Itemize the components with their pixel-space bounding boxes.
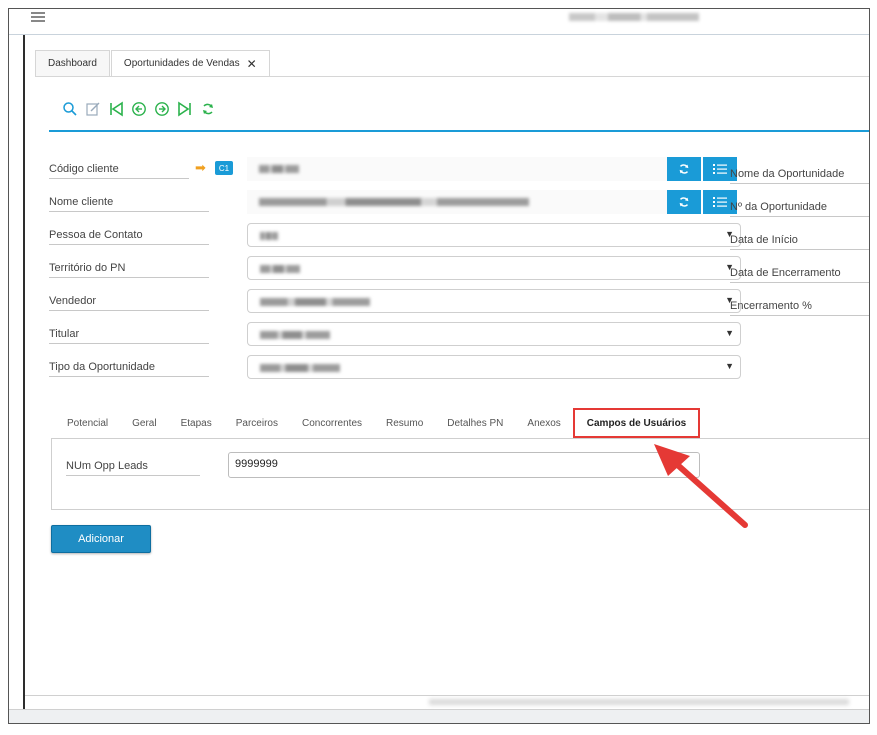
nome-cliente-label: Nome cliente [49,196,209,212]
app-content: Dashboard Oportunidades de Vendas ✕ Códi… [25,36,869,696]
blurred-footer [429,699,849,705]
row-tipo-oportunidade: Tipo da Oportunidade ▼ [49,355,869,383]
search-icon[interactable] [61,100,79,118]
annotation-arrow-icon [654,444,748,528]
detail-tabs: Potencial Geral Etapas Parceiros Concorr… [55,408,701,438]
next-record-icon[interactable] [153,100,171,118]
tab-parceiros[interactable]: Parceiros [224,410,290,436]
tab-potencial[interactable]: Potencial [55,410,120,436]
blurred-value [260,298,370,306]
tab-dashboard[interactable]: Dashboard [35,50,110,76]
blurred-value [260,232,278,240]
c1-badge[interactable]: C1 [215,161,233,175]
hamburger-menu-icon[interactable] [31,12,45,22]
vendedor-select[interactable]: ▼ [247,289,741,313]
toolbar-divider [49,130,869,132]
blurred-value [259,165,299,173]
tab-underline [35,76,869,77]
close-icon[interactable]: ✕ [247,57,257,71]
refresh-icon[interactable] [199,100,217,118]
num-opp-leads-input[interactable]: 9999999 [228,452,700,478]
blurred-value [260,364,340,372]
numero-oportunidade-label: Nº da Oportunidade [730,201,869,217]
chevron-down-icon: ▼ [725,328,734,338]
first-record-icon[interactable] [107,100,125,118]
data-encerramento-label: Data de Encerramento [730,267,869,283]
tab-bar: Dashboard Oportunidades de Vendas ✕ [35,50,271,76]
record-toolbar [61,100,217,118]
tab-geral[interactable]: Geral [120,410,168,436]
row-titular: Titular ▼ [49,322,869,350]
num-opp-leads-label: NUm Opp Leads [66,460,200,476]
add-button[interactable]: Adicionar [51,525,151,553]
tab-etapas[interactable]: Etapas [169,410,224,436]
vendedor-label: Vendedor [49,295,209,311]
tab-resumo[interactable]: Resumo [374,410,435,436]
refresh-icon[interactable] [667,157,701,181]
tab-concorrentes[interactable]: Concorrentes [290,410,374,436]
data-inicio-label: Data de Início [730,234,869,250]
territorio-label: Território do PN [49,262,209,278]
top-bar [9,9,869,35]
blurred-value [259,198,529,206]
blurred-value [260,265,300,273]
nome-oportunidade-label: Nome da Oportunidade [730,168,869,184]
arrow-right-icon[interactable]: ➡ [195,160,206,176]
tab-label: Oportunidades de Vendas [123,58,240,69]
blurred-value [260,331,330,339]
tab-anexos[interactable]: Anexos [515,410,572,436]
encerramento-percent-label: Encerramento % [730,300,869,316]
territorio-select[interactable]: ▼ [247,256,741,280]
blurred-user-info [569,13,699,21]
tab-label: Dashboard [48,58,97,69]
tipo-oportunidade-select[interactable]: ▼ [247,355,741,379]
last-record-icon[interactable] [176,100,194,118]
pessoa-contato-select[interactable]: ▼ [247,223,741,247]
codigo-cliente-label: Código cliente [49,163,189,179]
tab-oportunidades[interactable]: Oportunidades de Vendas ✕ [110,50,270,76]
tab-detalhes-pn[interactable]: Detalhes PN [435,410,515,436]
codigo-cliente-field[interactable] [247,157,667,181]
previous-record-icon[interactable] [130,100,148,118]
pessoa-contato-label: Pessoa de Contato [49,229,209,245]
edit-icon[interactable] [84,100,102,118]
chevron-down-icon: ▼ [725,361,734,371]
tipo-oportunidade-label: Tipo da Oportunidade [49,361,209,377]
titular-label: Titular [49,328,209,344]
window-frame: Dashboard Oportunidades de Vendas ✕ Códi… [8,8,870,724]
status-bar [9,709,869,723]
titular-select[interactable]: ▼ [247,322,741,346]
nome-cliente-field[interactable] [247,190,667,214]
refresh-icon[interactable] [667,190,701,214]
